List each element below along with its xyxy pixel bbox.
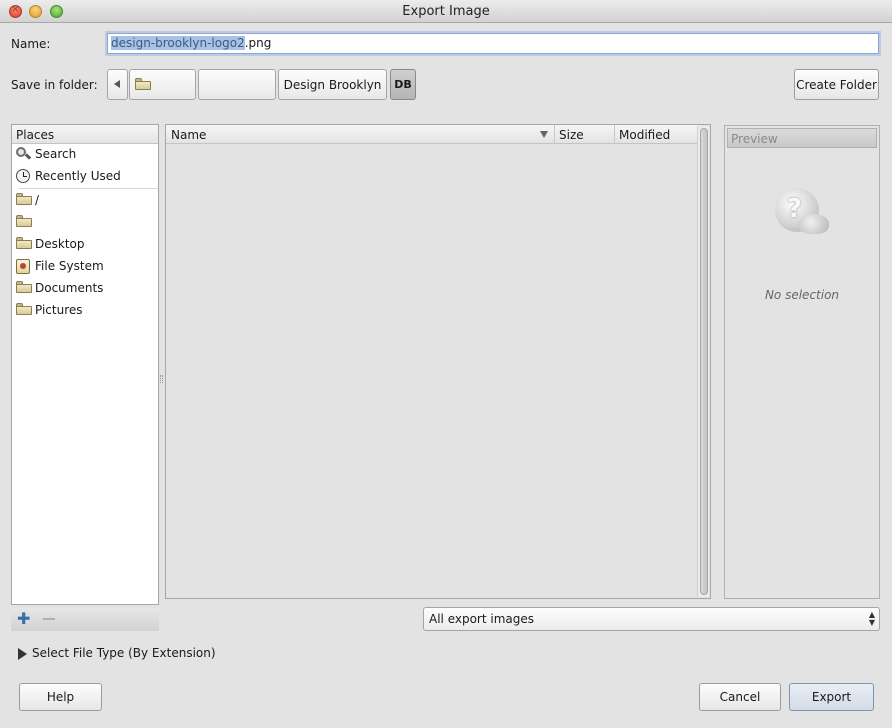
filesystem-icon [16,259,30,274]
export-button[interactable]: Export [789,683,874,711]
place-documents[interactable]: Documents [14,278,158,298]
places-panel: Places Search Recently Used / Desktop Fi… [11,124,159,605]
places-toolbar: ✚ [11,608,159,631]
folder-icon [16,237,32,249]
place-home[interactable] [14,212,158,232]
folder-icon [16,215,32,227]
column-size[interactable]: Size [559,128,584,142]
path-button-db-label: DB [394,78,412,91]
folder-icon [16,281,32,293]
search-icon [16,147,32,161]
places-separator [18,188,158,189]
place-label: File System [35,259,104,273]
save-in-folder-label: Save in folder: [11,78,98,92]
place-search[interactable]: Search [14,144,158,164]
places-header: Places [12,125,158,144]
place-pictures[interactable]: Pictures [14,300,158,320]
column-name[interactable]: Name [171,128,206,142]
no-selection-text: No selection [764,288,840,302]
filename-extension: .png [244,36,272,50]
file-list-header: Name Size Modified [166,125,698,144]
remove-bookmark-button[interactable] [43,618,55,620]
place-desktop[interactable]: Desktop [14,234,158,254]
place-label: Search [35,147,77,161]
place-label: Pictures [35,303,83,317]
filename-selected-text: design-brooklyn-logo2 [111,36,245,50]
folder-icon [135,78,151,90]
place-root[interactable]: / [14,190,158,210]
place-label: Desktop [35,237,85,251]
file-filter-value: All export images [429,612,535,626]
folder-icon [16,303,32,315]
file-list[interactable]: Name Size Modified [165,124,711,599]
place-label: Recently Used [35,169,121,183]
place-recently-used[interactable]: Recently Used [14,166,158,186]
path-button-design-brooklyn[interactable]: Design Brooklyn [278,69,387,100]
window-title: Export Image [402,4,490,19]
clock-icon [16,169,30,183]
add-bookmark-button[interactable]: ✚ [17,611,31,627]
help-button[interactable]: Help [19,683,102,711]
path-button-design-brooklyn-label: Design Brooklyn [283,78,382,92]
file-list-scrollbar[interactable] [697,126,709,597]
cancel-button[interactable]: Cancel [699,683,781,711]
no-preview-icon: ? [775,188,831,244]
path-button-db[interactable]: DB [390,69,416,100]
folder-icon [16,193,32,205]
updown-arrows-icon: ▲ ▼ [868,610,875,627]
preview-panel: Preview ? No selection [724,125,880,599]
path-button-root[interactable] [129,69,196,100]
create-folder-button[interactable]: Create Folder [794,69,879,100]
file-filter-select[interactable]: All export images ▲ ▼ [423,607,880,631]
place-file-system[interactable]: File System [14,256,158,276]
place-label: Documents [35,281,104,295]
name-label: Name: [11,37,51,51]
path-button-user[interactable] [198,69,276,100]
pane-resize-handle[interactable] [160,375,163,383]
expander-arrow-icon [18,648,27,660]
filename-input[interactable]: design-brooklyn-logo2.png [107,33,879,54]
scrollbar-thumb[interactable] [700,128,708,595]
place-label: / [35,193,40,207]
select-file-type-label: Select File Type (By Extension) [32,646,216,660]
left-arrow-icon [114,80,120,88]
column-modified[interactable]: Modified [619,128,670,142]
title-bar: × Export Image [0,0,892,23]
path-scroll-left-button[interactable] [107,69,128,100]
sort-descending-icon [540,131,548,138]
preview-header: Preview [727,128,877,148]
